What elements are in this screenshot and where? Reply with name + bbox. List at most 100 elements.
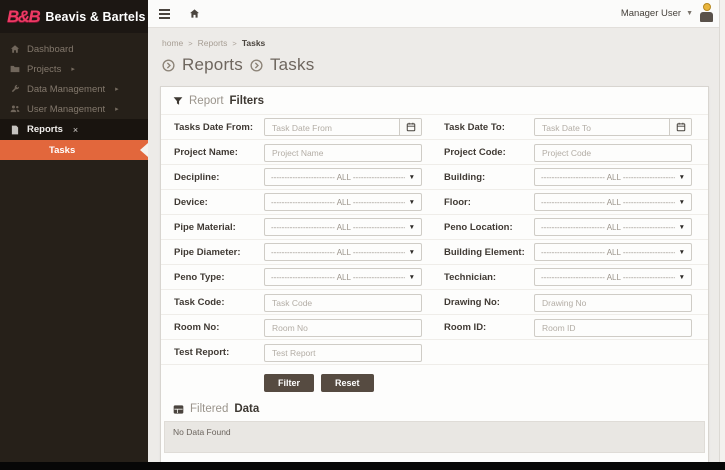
brand-name: Beavis & Bartels	[45, 10, 145, 24]
sidebar-item-tasks[interactable]: Tasks	[0, 140, 148, 160]
select-value: ------------------------ ALL -----------…	[271, 273, 405, 282]
building-control: ------------------------ ALL -----------…	[534, 168, 692, 186]
dropdown-caret-icon: ▼	[409, 249, 415, 256]
caret-right-icon: ▸	[71, 65, 75, 73]
peno-type-control: ------------------------ ALL -----------…	[264, 268, 422, 286]
room-id-input[interactable]	[534, 319, 692, 337]
building-select[interactable]: ------------------------ ALL -----------…	[534, 168, 692, 186]
filter-row: Project Name:Project Code:	[161, 140, 708, 165]
select-value: ------------------------ ALL -----------…	[541, 273, 675, 282]
select-value: ------------------------ ALL -----------…	[541, 198, 675, 207]
pipe-diameter-select[interactable]: ------------------------ ALL -----------…	[264, 243, 422, 261]
tasks-date-from-calendar-button[interactable]	[399, 119, 421, 135]
dropdown-caret-icon: ▼	[409, 199, 415, 206]
sidebar-item-dashboard[interactable]: Dashboard	[0, 39, 148, 59]
room-no-input[interactable]	[264, 319, 422, 337]
task-date-to-control	[534, 118, 692, 136]
reset-button[interactable]: Reset	[321, 374, 374, 392]
project-code-input[interactable]	[534, 144, 692, 162]
filter-row: Decipline:------------------------ ALL -…	[161, 165, 708, 190]
building-element-label: Building Element:	[444, 247, 534, 258]
dropdown-caret-icon: ▼	[409, 274, 415, 281]
device-select[interactable]: ------------------------ ALL -----------…	[264, 193, 422, 211]
breadcrumb-tasks: Tasks	[242, 38, 265, 48]
select-value: ------------------------ ALL -----------…	[541, 173, 675, 182]
page-title: Reports Tasks	[162, 55, 709, 75]
sidebar-item-label: Dashboard	[27, 44, 73, 55]
pipe-diameter-label: Pipe Diameter:	[174, 247, 264, 258]
home-icon[interactable]	[189, 8, 200, 19]
device-control: ------------------------ ALL -----------…	[264, 193, 422, 211]
scrollbar[interactable]	[719, 0, 725, 462]
dropdown-caret-icon: ▼	[409, 224, 415, 231]
breadcrumb-reports[interactable]: Reports	[198, 38, 228, 48]
tasks-date-from-control	[264, 118, 422, 136]
sidebar-item-label: Tasks	[49, 145, 75, 156]
breadcrumb-home[interactable]: home	[162, 38, 183, 48]
filter-actions: Filter Reset	[264, 374, 708, 392]
sidebar-item-reports[interactable]: Reports ×	[0, 119, 148, 140]
breadcrumb: home > Reports > Tasks	[162, 38, 709, 48]
filtered-data-header: Filtered Data	[161, 400, 708, 421]
peno-location-label: Peno Location:	[444, 222, 534, 233]
tasks-date-from-date-group	[264, 118, 422, 136]
sidebar: B&B Beavis & Bartels Dashboard Projects …	[0, 0, 148, 462]
pipe-material-control: ------------------------ ALL -----------…	[264, 218, 422, 236]
technician-select[interactable]: ------------------------ ALL -----------…	[534, 268, 692, 286]
building-element-select[interactable]: ------------------------ ALL -----------…	[534, 243, 692, 261]
select-value: ------------------------ ALL -----------…	[271, 223, 405, 232]
sidebar-item-label: Projects	[27, 64, 61, 75]
page-title-reports: Reports	[182, 55, 243, 75]
report-filters-panel: Report Filters Tasks Date From:Task Date…	[160, 86, 709, 466]
dropdown-caret-icon: ▼	[679, 174, 685, 181]
filter-row: Pipe Material:------------------------ A…	[161, 215, 708, 240]
room-id-label: Room ID:	[444, 322, 534, 333]
drawing-no-input[interactable]	[534, 294, 692, 312]
dropdown-caret-icon: ▼	[679, 274, 685, 281]
sidebar-item-label: User Management	[27, 104, 105, 115]
close-icon: ×	[73, 125, 78, 135]
decipline-select[interactable]: ------------------------ ALL -----------…	[264, 168, 422, 186]
select-value: ------------------------ ALL -----------…	[271, 173, 405, 182]
peno-location-control: ------------------------ ALL -----------…	[534, 218, 692, 236]
brand-link[interactable]: B&B Beavis & Bartels	[0, 0, 148, 33]
device-label: Device:	[174, 197, 264, 208]
task-date-to-input[interactable]	[535, 119, 669, 136]
pipe-material-select[interactable]: ------------------------ ALL -----------…	[264, 218, 422, 236]
drawing-no-control	[534, 293, 692, 312]
page-title-tasks: Tasks	[270, 55, 314, 75]
room-id-control	[534, 318, 692, 337]
floor-select[interactable]: ------------------------ ALL -----------…	[534, 193, 692, 211]
tasks-date-from-input[interactable]	[265, 119, 399, 136]
wrench-icon	[10, 84, 20, 94]
project-name-control	[264, 143, 422, 162]
task-date-to-date-group	[534, 118, 692, 136]
chevron-down-icon: ▼	[686, 10, 693, 17]
filter-row: Device:------------------------ ALL ----…	[161, 190, 708, 215]
user-menu[interactable]: Manager User ▼	[621, 3, 715, 24]
test-report-label: Test Report:	[174, 347, 264, 358]
filter-row: Pipe Diameter:------------------------ A…	[161, 240, 708, 265]
peno-type-select[interactable]: ------------------------ ALL -----------…	[264, 268, 422, 286]
filter-funnel-icon	[173, 96, 183, 106]
breadcrumb-separator: >	[188, 39, 192, 48]
peno-location-select[interactable]: ------------------------ ALL -----------…	[534, 218, 692, 236]
filter-button[interactable]: Filter	[264, 374, 314, 392]
floor-label: Floor:	[444, 197, 534, 208]
test-report-input[interactable]	[264, 344, 422, 362]
bottom-bar	[0, 462, 725, 470]
panel-title-light: Report	[189, 95, 224, 107]
drawing-no-label: Drawing No:	[444, 297, 534, 308]
sidebar-item-data-management[interactable]: Data Management ▸	[0, 79, 148, 99]
project-name-input[interactable]	[264, 144, 422, 162]
filter-row: Task Code:Drawing No:	[161, 290, 708, 315]
dropdown-caret-icon: ▼	[679, 224, 685, 231]
task-code-input[interactable]	[264, 294, 422, 312]
table-icon	[173, 404, 184, 415]
sidebar-item-user-management[interactable]: User Management ▸	[0, 99, 148, 119]
filter-row: Room No:Room ID:	[161, 315, 708, 340]
sidebar-item-projects[interactable]: Projects ▸	[0, 59, 148, 79]
task-date-to-calendar-button[interactable]	[669, 119, 691, 135]
menu-toggle-button[interactable]	[156, 6, 173, 22]
filtered-title-light: Filtered	[190, 403, 228, 415]
